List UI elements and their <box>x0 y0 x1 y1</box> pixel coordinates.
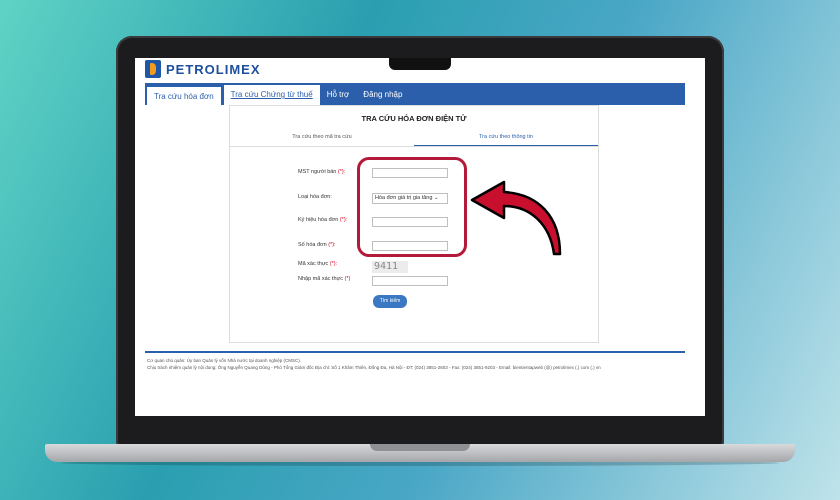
camera-notch <box>389 58 451 70</box>
brand-logo[interactable]: PETROLIMEX <box>145 59 261 79</box>
main-navbar: Tra cứu hóa đơn Tra cứu Chứng từ thuế Hỗ… <box>145 83 685 105</box>
nav-tab-login[interactable]: Đăng nhập <box>356 85 409 105</box>
highlight-box <box>357 157 467 257</box>
captcha-input[interactable] <box>372 276 448 286</box>
petrolimex-logo-icon <box>145 60 161 78</box>
page-footer: Cơ quan chủ quản: Ủy ban Quản lý vốn Nhà… <box>145 351 685 375</box>
laptop-hinge <box>370 444 470 451</box>
captcha-entry-label: Nhập mã xác thực (*) <box>298 276 351 282</box>
captcha-image: 9411 <box>372 261 408 273</box>
invoice-symbol-label: Ký hiệu hóa đơn (*): <box>298 217 348 223</box>
lookup-mode-tabs: Tra cứu theo mã tra cứu Tra cứu theo thô… <box>230 131 598 147</box>
footer-line-2: Chịu trách nhiệm quản lý nội dung: Ông N… <box>147 365 601 370</box>
nav-tab-tax-document-lookup[interactable]: Tra cứu Chứng từ thuế <box>223 85 320 105</box>
nav-tab-invoice-lookup[interactable]: Tra cứu hóa đơn <box>147 85 221 105</box>
invoice-number-label: Số hóa đơn (*): <box>298 242 336 248</box>
page-title: TRA CỨU HÓA ĐƠN ĐIỆN TỬ <box>361 114 467 123</box>
tab-lookup-by-code[interactable]: Tra cứu theo mã tra cứu <box>230 131 414 146</box>
footer-line-1: Cơ quan chủ quản: Ủy ban Quản lý vốn Nhà… <box>147 358 301 363</box>
invoice-type-label: Loại hóa đơn: <box>298 194 332 200</box>
nav-tab-support[interactable]: Hỗ trợ <box>320 85 357 105</box>
tab-lookup-by-info[interactable]: Tra cứu theo thông tin <box>414 131 598 146</box>
mst-label: MST người bán (*): <box>298 169 346 175</box>
brand-name: PETROLIMEX <box>166 61 261 77</box>
red-arrow-icon <box>470 180 562 256</box>
search-button[interactable]: Tìm kiếm <box>373 295 407 308</box>
captcha-label: Mã xác thực (*): <box>298 261 338 267</box>
